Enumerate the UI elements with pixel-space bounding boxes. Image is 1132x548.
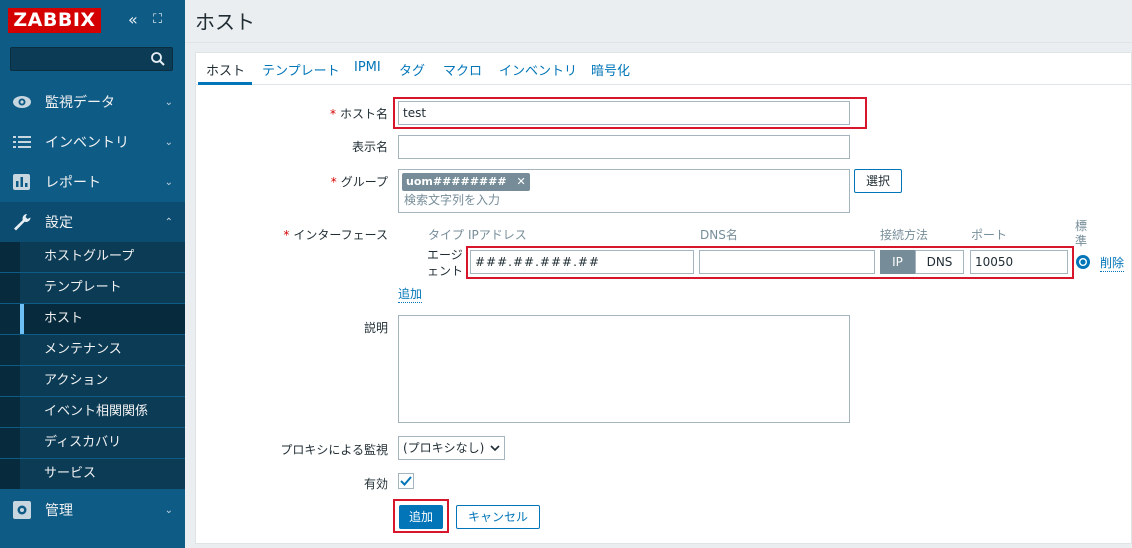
chevron-down-icon: ⌄: [164, 96, 173, 108]
groups-search-input[interactable]: 検索文字列を入力: [404, 189, 500, 211]
nav-administration[interactable]: 管理 ⌄: [0, 490, 185, 530]
iface-ip-input[interactable]: ###.##.###.##: [470, 250, 694, 274]
proxy-select[interactable]: (プロキシなし): [398, 436, 505, 460]
header-divider: [185, 42, 1132, 43]
nav-monitoring[interactable]: 監視データ ⌄: [0, 82, 185, 122]
tab-host[interactable]: ホスト: [206, 60, 245, 79]
chevron-down-icon: [490, 445, 500, 452]
add-interface-link[interactable]: 追加: [398, 287, 423, 303]
iface-port-header: ポート: [971, 228, 1008, 242]
iface-remove-link[interactable]: 削除: [1100, 256, 1125, 272]
select-groups-button[interactable]: 選択: [854, 169, 902, 193]
eye-icon: [13, 96, 31, 108]
submenu-host-groups[interactable]: ホストグループ: [0, 242, 185, 272]
tab-macros[interactable]: マクロ: [443, 60, 482, 79]
submenu-hosts[interactable]: ホスト: [0, 304, 185, 334]
default-interface-radio[interactable]: [1075, 254, 1091, 270]
nav-inventory[interactable]: インベントリ ⌄: [0, 122, 185, 162]
collapse-sidebar-icon[interactable]: «: [128, 10, 138, 30]
sidebar: ZABBIX « ⛶ 監視データ ⌄ インベントリ ⌄ レポート ⌄ 設定 ⌃ …: [0, 0, 185, 548]
connect-dns-toggle[interactable]: DNS: [915, 250, 964, 274]
submenu-maintenance[interactable]: メンテナンス: [0, 335, 185, 365]
zabbix-logo[interactable]: ZABBIX: [8, 8, 101, 33]
iface-type-value: エージェント: [427, 248, 464, 278]
kiosk-mode-icon[interactable]: ⛶: [153, 10, 162, 30]
configuration-submenu: ホストグループ テンプレート ホスト メンテナンス アクション イベント相関関係…: [0, 242, 185, 490]
enabled-checkbox[interactable]: [398, 473, 414, 489]
chevron-up-icon: ⌃: [164, 216, 173, 228]
proxy-select-value: (プロキシなし): [403, 441, 485, 455]
description-textarea[interactable]: [398, 315, 850, 423]
wrench-icon: [14, 214, 31, 231]
chevron-down-icon: ⌄: [164, 504, 173, 516]
host-form-panel: ホスト テンプレート IPMI タグ マクロ インベントリ 暗号化 * ホスト名 …: [195, 52, 1132, 544]
iface-ip-header: IPアドレス: [468, 228, 527, 242]
proxy-label: プロキシによる監視: [280, 443, 388, 457]
iface-type-header: タイプ: [428, 228, 465, 242]
nav-reports[interactable]: レポート ⌄: [0, 162, 185, 202]
tab-inventory[interactable]: インベントリ: [499, 60, 577, 79]
tab-templates[interactable]: テンプレート: [262, 60, 340, 79]
add-button[interactable]: 追加: [399, 505, 443, 529]
group-chip-label: uom########: [406, 175, 507, 188]
groups-multiselect[interactable]: uom######## ✕ 検索文字列を入力: [398, 169, 850, 213]
submenu-event-correlation[interactable]: イベント相関関係: [0, 397, 185, 427]
iface-default-header: 標準: [1075, 219, 1088, 248]
gear-icon: [13, 501, 31, 519]
hostname-label: * ホスト名: [329, 107, 388, 121]
chevron-down-icon: ⌄: [164, 176, 173, 188]
nav-configuration[interactable]: 設定 ⌃: [0, 202, 185, 242]
active-tab-indicator: [198, 82, 252, 85]
submenu-services[interactable]: サービス: [0, 459, 185, 489]
tab-bar: ホスト テンプレート IPMI タグ マクロ インベントリ 暗号化: [196, 53, 1132, 85]
nav-inventory-label: インベントリ: [45, 135, 129, 151]
page-title: ホスト: [195, 10, 255, 34]
cancel-button[interactable]: キャンセル: [456, 505, 540, 529]
nav-monitoring-label: 監視データ: [45, 95, 115, 111]
description-label: 説明: [363, 321, 388, 335]
iface-dns-header: DNS名: [700, 228, 738, 242]
visible-name-label: 表示名: [351, 140, 388, 154]
list-icon: [13, 136, 31, 148]
submenu-templates[interactable]: テンプレート: [0, 273, 185, 303]
close-icon[interactable]: ✕: [516, 175, 525, 188]
nav-reports-label: レポート: [45, 175, 101, 191]
interfaces-label: * インターフェース: [283, 228, 388, 242]
chevron-down-icon: ⌄: [164, 136, 173, 148]
nav-administration-label: 管理: [45, 503, 73, 519]
search-icon[interactable]: [150, 51, 166, 67]
submenu-actions[interactable]: アクション: [0, 366, 185, 396]
hostname-input[interactable]: test: [398, 101, 850, 125]
iface-port-input[interactable]: 10050: [970, 250, 1068, 274]
checkmark-icon: [400, 476, 412, 486]
tab-ipmi[interactable]: IPMI: [354, 60, 381, 75]
tab-encryption[interactable]: 暗号化: [591, 60, 630, 79]
enabled-label: 有効: [363, 477, 388, 491]
nav-configuration-label: 設定: [45, 215, 73, 231]
tab-tags[interactable]: タグ: [399, 60, 425, 79]
connect-ip-toggle[interactable]: IP: [880, 250, 915, 274]
sidebar-search-input[interactable]: [10, 47, 173, 71]
bar-chart-icon: [13, 174, 30, 190]
submenu-discovery[interactable]: ディスカバリ: [0, 428, 185, 458]
iface-connect-header: 接続方法: [880, 228, 929, 242]
iface-dns-input[interactable]: [699, 250, 875, 274]
visible-name-input[interactable]: [398, 135, 850, 159]
groups-label: * グループ: [330, 175, 388, 189]
